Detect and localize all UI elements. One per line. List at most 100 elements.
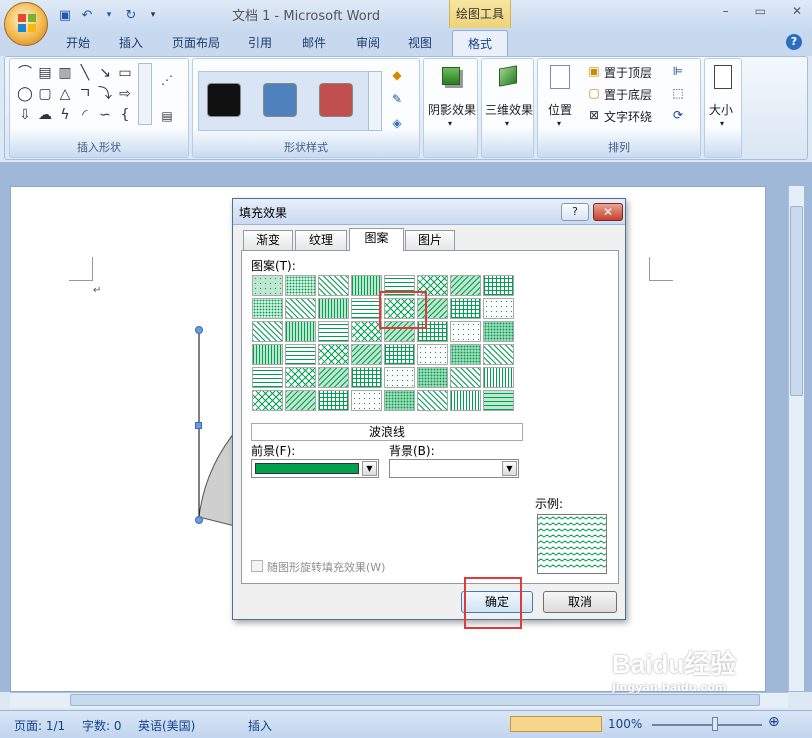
tab-home[interactable]: 开始 [66,34,90,54]
pattern-swatch[interactable] [351,390,382,411]
arrow-line-icon[interactable]: ↘ [96,64,114,82]
position-label[interactable]: 位置 [548,101,572,118]
pattern-swatch[interactable] [351,367,382,388]
minimize-button[interactable]: – [723,4,729,18]
status-mode[interactable]: 插入 [248,717,272,734]
pattern-swatch[interactable] [483,344,514,365]
qat-customize[interactable]: ▾ [144,6,162,24]
pattern-swatch[interactable] [384,344,415,365]
pattern-swatch[interactable] [483,321,514,342]
pattern-swatch[interactable] [417,344,448,365]
lightning-icon[interactable]: ϟ [56,106,74,124]
add-text-icon[interactable]: ▤ [158,107,176,125]
bring-to-front-label[interactable]: 置于顶层 [604,64,652,81]
zoom-slider[interactable] [652,724,762,726]
pattern-swatch[interactable] [384,367,415,388]
pattern-swatch[interactable] [318,321,349,342]
vertical-scroll-thumb[interactable] [790,206,803,396]
elbow-arrow-icon[interactable]: ⤵ [96,85,114,103]
save-icon[interactable]: ▣ [56,6,74,24]
pattern-swatch[interactable] [252,275,283,296]
qat-dropdown[interactable]: ▾ [100,6,118,24]
dialog-title-bar[interactable]: 填充效果 ? ✕ [233,199,625,225]
rounded-rect-icon[interactable]: ▢ [36,85,54,103]
cloud-icon[interactable]: ☁ [36,106,54,124]
background-dropdown-arrow[interactable]: ▼ [502,461,517,476]
pattern-swatch[interactable] [285,298,316,319]
status-page[interactable]: 页面: 1/1 [14,717,65,734]
zoom-slider-thumb[interactable] [712,717,718,731]
maximize-button[interactable]: ▭ [755,4,766,18]
close-window-button[interactable]: ✕ [792,4,802,18]
pattern-swatch[interactable] [318,367,349,388]
edit-points-icon[interactable]: ⋰ [158,71,176,89]
curve-icon[interactable]: ∽ [96,106,114,124]
pattern-swatch[interactable] [351,321,382,342]
pattern-swatch[interactable] [318,390,349,411]
pattern-swatch[interactable] [450,390,481,411]
triangle-icon[interactable]: △ [56,85,74,103]
pattern-swatch[interactable] [252,344,283,365]
zoom-level[interactable]: 100% [608,717,642,731]
vertical-scrollbar[interactable] [788,186,804,691]
brace-icon[interactable]: { [116,106,134,124]
align-icon[interactable]: ⊫ [670,63,686,79]
size-dropdown[interactable]: ▾ [720,119,724,128]
freeform-icon[interactable]: ⌒ [16,64,34,82]
pattern-swatch[interactable] [318,298,349,319]
tab-insert[interactable]: 插入 [119,34,143,54]
pattern-swatch[interactable] [483,390,514,411]
text-wrapping-icon[interactable]: ⊠ [586,107,602,123]
resize-handle-left[interactable] [195,422,202,429]
pattern-swatch[interactable] [252,298,283,319]
size-label[interactable]: 大小 [709,101,733,118]
status-words[interactable]: 字数: 0 [82,717,122,734]
position-icon[interactable] [550,65,570,89]
down-arrow-icon[interactable]: ⇩ [16,106,34,124]
dialog-tab-pattern[interactable]: 图案 [349,228,404,251]
pattern-swatch[interactable] [318,344,349,365]
line-icon[interactable]: ╲ [76,64,94,82]
pattern-swatch[interactable] [417,390,448,411]
dialog-close-button[interactable]: ✕ [593,203,623,221]
arc-icon[interactable]: ◜ [76,106,94,124]
dialog-tab-picture[interactable]: 图片 [405,230,455,250]
cancel-button[interactable]: 取消 [543,591,617,613]
3d-effects-icon[interactable] [499,65,517,87]
zoom-in-icon[interactable]: ⊕ [768,714,780,730]
shadow-effects-icon[interactable] [442,67,460,85]
pattern-swatch[interactable] [285,321,316,342]
pattern-swatch[interactable] [318,275,349,296]
pattern-swatch[interactable] [417,367,448,388]
help-icon[interactable]: ? [786,34,802,50]
rotation-handle[interactable] [195,326,203,334]
send-to-back-label[interactable]: 置于底层 [604,86,652,103]
text-wrapping-label[interactable]: 文字环绕 [604,108,652,125]
shape-fill-icon[interactable]: ◆ [389,67,405,83]
status-language[interactable]: 英语(美国) [138,717,195,734]
style-swatch-blue[interactable] [263,83,297,117]
pattern-swatch[interactable] [252,367,283,388]
pattern-swatch[interactable] [483,275,514,296]
pattern-swatch[interactable] [450,367,481,388]
bring-to-front-icon[interactable]: ▣ [586,63,602,79]
tab-references[interactable]: 引用 [248,34,272,54]
oval-icon[interactable]: ◯ [16,85,34,103]
background-color-dropdown[interactable]: ▼ [389,459,519,478]
pattern-swatch[interactable] [450,321,481,342]
pattern-swatch[interactable] [285,390,316,411]
pattern-swatch[interactable] [285,367,316,388]
tab-mailings[interactable]: 邮件 [302,34,326,54]
dialog-tab-gradient[interactable]: 渐变 [243,230,293,250]
pattern-swatch[interactable] [285,344,316,365]
elbow-connector-icon[interactable]: ㄱ [76,85,94,103]
redo-icon[interactable]: ↻ [122,6,140,24]
shape-outline-icon[interactable]: ✎ [389,91,405,107]
dialog-help-button[interactable]: ? [561,203,589,221]
3d-effects-label[interactable]: 三维效果 [485,101,533,118]
office-button[interactable] [4,2,48,46]
view-buttons[interactable] [510,716,602,732]
pattern-swatch[interactable] [450,298,481,319]
foreground-color-dropdown[interactable]: ▼ [251,459,379,478]
tab-page-layout[interactable]: 页面布局 [172,34,220,54]
